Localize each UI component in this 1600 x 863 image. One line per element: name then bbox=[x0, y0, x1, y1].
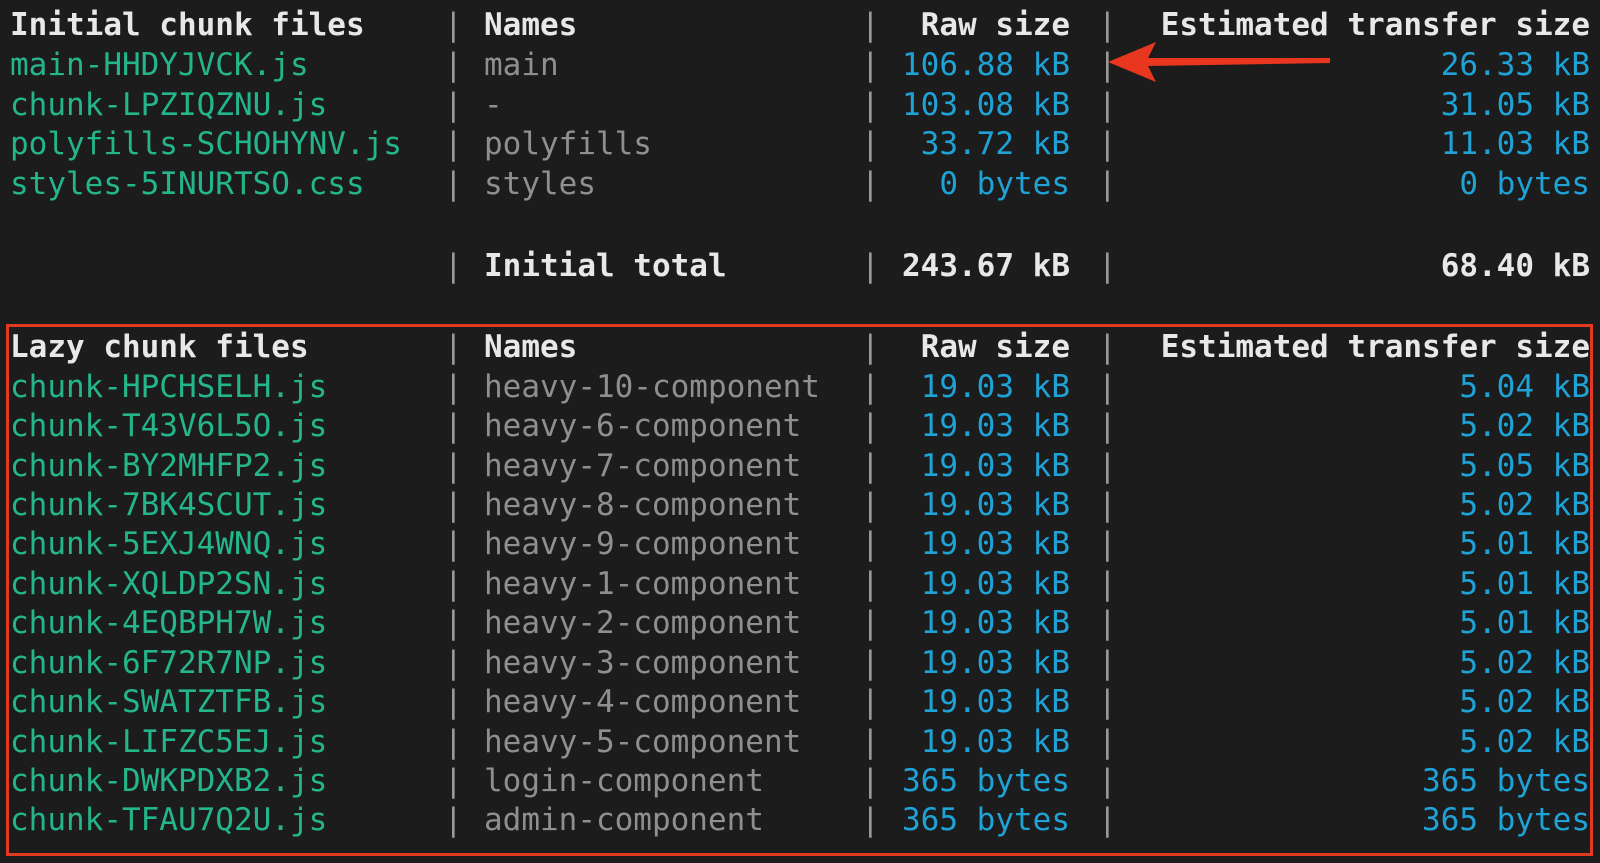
column-separator: | bbox=[1098, 248, 1117, 284]
initial-total-transfer: 68.40 kB bbox=[1440, 248, 1590, 284]
raw-size: 103.08 kB bbox=[902, 87, 1070, 123]
initial-files-header: Initial chunk files bbox=[10, 7, 365, 43]
raw-size-header: Raw size bbox=[920, 7, 1070, 43]
column-separator: | bbox=[861, 47, 880, 83]
initial-header-row: Initial chunk files | Names | Raw size |… bbox=[0, 5, 1600, 45]
column-separator: | bbox=[444, 126, 463, 162]
file-name: styles-5INURTSO.css bbox=[10, 166, 365, 202]
column-separator: | bbox=[444, 87, 463, 123]
column-separator: | bbox=[1098, 126, 1117, 162]
column-separator: | bbox=[861, 87, 880, 123]
file-name: main-HHDYJVCK.js bbox=[10, 47, 309, 83]
transfer-size: 31.05 kB bbox=[1440, 87, 1590, 123]
transfer-size: 26.33 kB bbox=[1440, 47, 1590, 83]
red-arrow-icon bbox=[1108, 42, 1330, 82]
chunk-name: styles bbox=[484, 166, 596, 202]
initial-total-raw: 243.67 kB bbox=[902, 248, 1070, 284]
initial-total-row: | Initial total | 243.67 kB | 68.40 kB bbox=[0, 246, 1600, 286]
file-name: polyfills-SCHOHYNV.js bbox=[10, 126, 402, 162]
column-separator: | bbox=[861, 126, 880, 162]
chunk-name: main bbox=[484, 47, 559, 83]
column-separator: | bbox=[444, 166, 463, 202]
column-separator: | bbox=[1098, 166, 1117, 202]
table-row: chunk-LPZIQZNU.js | - | 103.08 kB | 31.0… bbox=[0, 85, 1600, 125]
raw-size: 33.72 kB bbox=[920, 126, 1070, 162]
column-separator: | bbox=[444, 248, 463, 284]
names-header: Names bbox=[484, 7, 578, 43]
transfer-size: 11.03 kB bbox=[1440, 126, 1590, 162]
raw-size: 0 bytes bbox=[939, 166, 1070, 202]
column-separator: | bbox=[861, 7, 880, 43]
table-row: styles-5INURTSO.css | styles | 0 bytes |… bbox=[0, 164, 1600, 204]
table-row: main-HHDYJVCK.js | main | 106.88 kB | 26… bbox=[0, 45, 1600, 85]
column-separator: | bbox=[444, 7, 463, 43]
file-name: chunk-LPZIQZNU.js bbox=[10, 87, 328, 123]
initial-total-label: Initial total bbox=[484, 248, 727, 284]
terminal-output: Initial chunk files | Names | Raw size |… bbox=[0, 0, 1600, 863]
raw-size: 106.88 kB bbox=[902, 47, 1070, 83]
column-separator: | bbox=[1098, 87, 1117, 123]
chunk-name: polyfills bbox=[484, 126, 652, 162]
chunk-name: - bbox=[484, 87, 503, 123]
column-separator: | bbox=[444, 47, 463, 83]
column-separator: | bbox=[861, 166, 880, 202]
transfer-size: 0 bytes bbox=[1459, 166, 1590, 202]
column-separator: | bbox=[861, 248, 880, 284]
lazy-highlight-box bbox=[6, 324, 1593, 856]
table-row: polyfills-SCHOHYNV.js | polyfills | 33.7… bbox=[0, 124, 1600, 164]
